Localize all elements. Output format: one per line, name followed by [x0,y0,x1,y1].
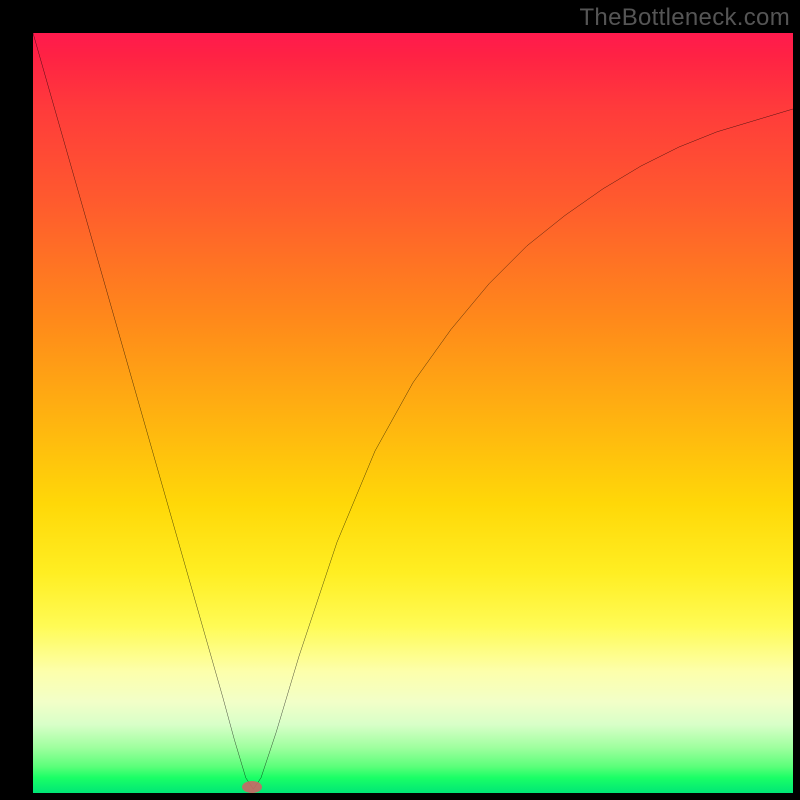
optimal-point-marker [242,781,262,793]
watermark-text: TheBottleneck.com [579,4,790,32]
bottleneck-curve [33,33,793,789]
plot-area [33,33,793,793]
chart-frame: TheBottleneck.com [0,0,800,800]
bottleneck-curve-svg [33,33,793,793]
